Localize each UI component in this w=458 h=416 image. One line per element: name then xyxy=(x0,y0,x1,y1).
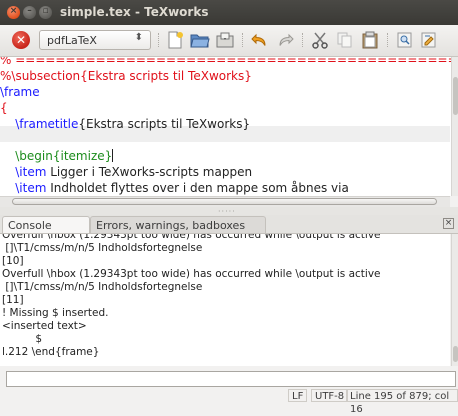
console-line: ! Missing $ inserted. xyxy=(2,307,109,319)
redo-button[interactable] xyxy=(274,29,296,51)
toolbar-separator xyxy=(242,33,244,47)
cut-icon xyxy=(312,32,328,49)
editor-line[interactable]: \begin{itemize} xyxy=(0,148,450,164)
maximize-icon: ▫ xyxy=(42,6,49,16)
window-title: simple.tex - TeXworks xyxy=(60,5,209,19)
window-titlebar: × – ▫ simple.tex - TeXworks xyxy=(0,0,458,25)
paste-button[interactable] xyxy=(359,29,381,51)
code-token: \item xyxy=(15,181,47,195)
typeset-button[interactable]: ✕ xyxy=(10,29,32,51)
find-button[interactable] xyxy=(394,29,416,51)
editor-line[interactable]: \item Ligger i TeXworks-scripts mappen xyxy=(0,164,450,180)
console-vertical-scrollbar[interactable] xyxy=(451,234,458,366)
code-token: { xyxy=(0,101,8,115)
line-ending-indicator[interactable]: LF xyxy=(288,389,308,402)
text-caret xyxy=(112,149,114,162)
replace-button[interactable] xyxy=(418,29,440,51)
tab-console-output[interactable]: Console output xyxy=(2,216,90,249)
cursor-position-indicator[interactable]: Line 195 of 879; col 16 xyxy=(346,389,458,415)
console-input-field[interactable] xyxy=(6,371,456,387)
folder-open-icon xyxy=(190,34,210,48)
window-maximize-button[interactable]: ▫ xyxy=(39,6,52,19)
editor-line[interactable]: % ======================================… xyxy=(0,57,458,68)
editor-line[interactable]: { xyxy=(0,100,450,116)
console-line: Overfull \hbox (1.29343pt too wide) has … xyxy=(2,268,381,280)
code-token: %\subsection{Ekstra scripts til TeXworks… xyxy=(0,69,252,83)
main-toolbar: ✕ pdfLaTeX ⬍ xyxy=(0,25,458,57)
editor-line[interactable]: \item Indholdet flyttes over i den mappe… xyxy=(0,180,450,196)
toolbar-separator xyxy=(387,33,389,47)
code-token: \item xyxy=(15,165,47,179)
open-file-button[interactable] xyxy=(189,29,211,51)
editor-hscroll-thumb[interactable] xyxy=(12,198,437,205)
editor-line[interactable]: \frame xyxy=(0,84,450,100)
code-token: \frame xyxy=(0,85,40,99)
console-line: []\T1/cmss/m/n/5 Indholdsfortegnelse xyxy=(2,242,203,254)
engine-select[interactable]: pdfLaTeX ⬍ xyxy=(39,30,151,50)
editor-line[interactable] xyxy=(0,132,450,148)
editor-horizontal-scrollbar[interactable] xyxy=(0,196,450,207)
stop-icon: ✕ xyxy=(12,31,30,49)
copy-button[interactable] xyxy=(334,29,356,51)
console-tabbar: Console output Errors, warnings, badboxe… xyxy=(0,215,458,249)
paste-icon xyxy=(362,31,378,49)
copy-icon xyxy=(337,32,352,48)
save-icon xyxy=(216,32,234,48)
editor-scroll-thumb[interactable] xyxy=(453,77,458,115)
cut-button[interactable] xyxy=(309,29,331,51)
encoding-indicator[interactable]: UTF-8 xyxy=(311,389,349,402)
toolbar-separator xyxy=(302,33,304,47)
panel-splitter[interactable]: ····· xyxy=(0,207,458,216)
code-token: Indholdet flyttes over i den mappe som å… xyxy=(46,181,349,195)
editor-vertical-scrollbar[interactable] xyxy=(451,57,458,196)
engine-select-value: pdfLaTeX xyxy=(47,34,97,47)
close-icon: × xyxy=(9,6,18,16)
undo-button[interactable] xyxy=(249,29,271,51)
console-scroll-thumb[interactable] xyxy=(453,346,458,362)
status-bar: LF UTF-8 Line 195 of 879; col 16 xyxy=(0,388,458,415)
window-close-button[interactable]: × xyxy=(7,6,20,19)
tab-errors-warnings[interactable]: Errors, warnings, badboxes xyxy=(90,216,266,233)
minimize-icon: – xyxy=(27,6,32,16)
find-icon xyxy=(397,32,412,48)
code-token: Ligger i TeXworks-scripts mappen xyxy=(46,165,253,179)
redo-icon xyxy=(279,33,294,46)
code-token: % ======================================… xyxy=(0,57,458,67)
editor-line[interactable]: \frametitle{Ekstra scripts til TeXworks} xyxy=(0,116,450,132)
source-editor[interactable]: % ======================================… xyxy=(0,57,458,196)
updown-arrow-icon: ⬍ xyxy=(134,32,143,43)
new-file-icon xyxy=(168,31,183,49)
console-line: $ xyxy=(2,333,43,345)
console-line: []\T1/cmss/m/n/5 Indholdsfortegnelse xyxy=(2,281,203,293)
code-token: {Ekstra scripts til TeXworks} xyxy=(78,117,251,131)
code-token: \begin{itemize} xyxy=(15,149,113,163)
console-line: l.212 \end{frame} xyxy=(2,346,100,358)
editor-line[interactable]: %\subsection{Ekstra scripts til TeXworks… xyxy=(0,68,450,84)
new-file-button[interactable] xyxy=(164,29,186,51)
code-token: \frametitle xyxy=(15,117,79,131)
console-line: [11] xyxy=(2,294,24,306)
close-panel-button[interactable]: × xyxy=(443,218,454,229)
toolbar-separator xyxy=(158,33,160,47)
console-line: [10] xyxy=(2,255,24,267)
window-minimize-button[interactable]: – xyxy=(23,6,36,19)
console-line: Overfull \hbox (1.29343pt too wide) has … xyxy=(2,234,381,241)
console-line: <inserted text> xyxy=(2,320,87,332)
console-output[interactable]: Overfull \hbox (1.29343pt too wide) has … xyxy=(0,234,450,366)
undo-icon xyxy=(251,33,266,46)
replace-icon xyxy=(421,32,436,48)
save-button[interactable] xyxy=(214,29,236,51)
